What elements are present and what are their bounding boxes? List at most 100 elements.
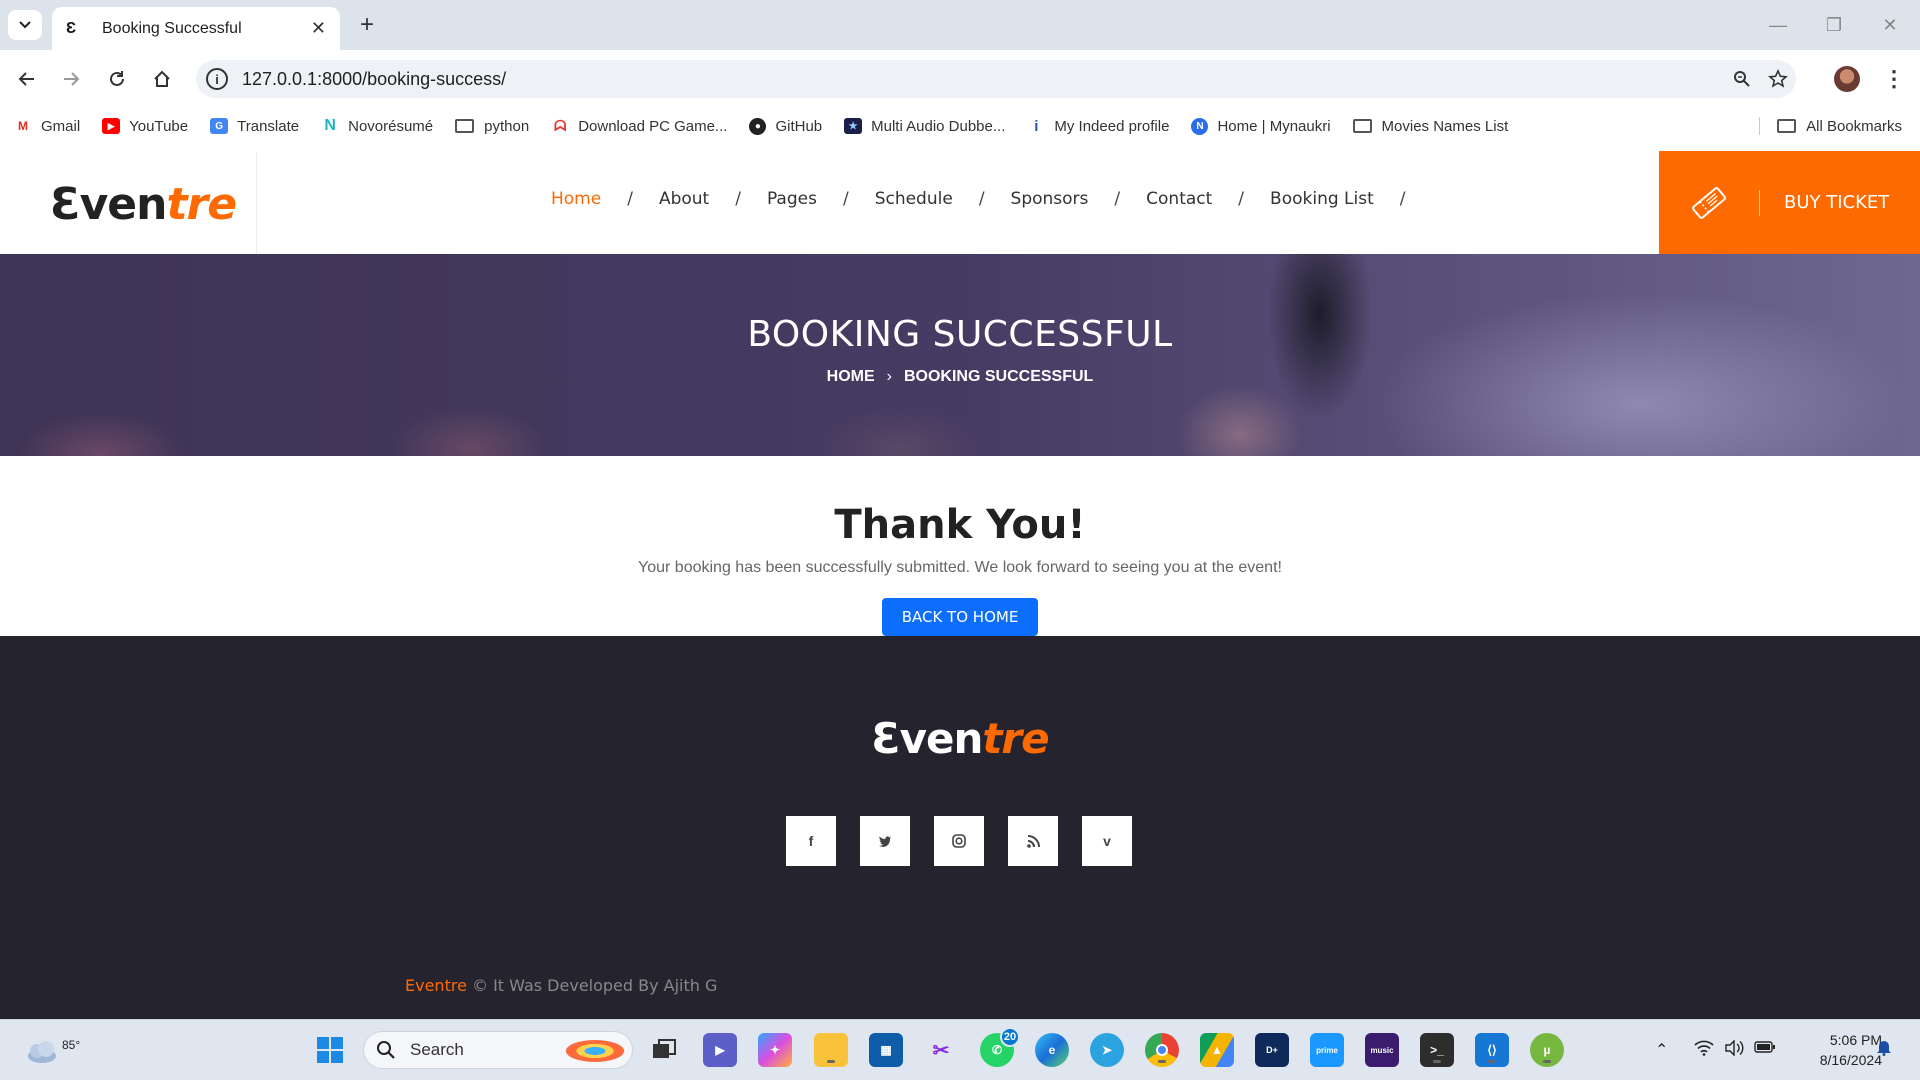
telegram-icon[interactable]: ➤ xyxy=(1090,1033,1124,1067)
teams-meet-icon[interactable]: ▶ xyxy=(703,1033,737,1067)
indeed-icon: i xyxy=(1034,117,1039,135)
microsoft-store-icon[interactable]: ▦ xyxy=(869,1033,903,1067)
weather-widget[interactable]: 85° xyxy=(22,1030,80,1070)
bookmark-star-icon[interactable] xyxy=(1760,69,1796,89)
minimize-button[interactable]: — xyxy=(1758,10,1798,40)
copyright-brand-link[interactable]: Eventre xyxy=(405,976,467,995)
main-navigation: Home / About / Pages / Schedule / Sponso… xyxy=(551,189,1406,209)
nav-sponsors[interactable]: Sponsors xyxy=(1011,189,1089,209)
back-to-home-button[interactable]: BACK TO HOME xyxy=(882,598,1038,636)
bookmark-download-games[interactable]: ᗣ Download PC Game... xyxy=(551,118,727,135)
nav-contact[interactable]: Contact xyxy=(1146,189,1212,209)
whatsapp-icon[interactable]: ✆ 20 xyxy=(980,1027,1020,1067)
forward-button[interactable] xyxy=(56,64,86,94)
bookmark-github[interactable]: ● GitHub xyxy=(749,117,822,135)
file-explorer-icon[interactable] xyxy=(814,1033,848,1067)
movie-icon: ★ xyxy=(844,118,863,134)
amazon-music-icon[interactable]: music xyxy=(1365,1033,1399,1067)
facebook-icon[interactable]: f xyxy=(786,816,836,866)
restore-button[interactable]: ❐ xyxy=(1814,10,1854,40)
site-info-icon[interactable]: i xyxy=(206,68,228,90)
breadcrumb-current: BOOKING SUCCESSFUL xyxy=(903,368,1094,385)
nav-booking-list[interactable]: Booking List xyxy=(1270,189,1374,209)
temperature-label: 85° xyxy=(62,1038,81,1052)
breadcrumb-home-link[interactable]: HOME xyxy=(827,368,875,386)
bookmarks-divider xyxy=(1759,117,1760,135)
google-drive-icon[interactable]: ▲ xyxy=(1200,1033,1234,1067)
bookmark-novoresume[interactable]: N Novorésumé xyxy=(321,117,433,135)
prime-video-icon[interactable]: prime xyxy=(1310,1033,1344,1067)
back-button[interactable] xyxy=(12,64,42,94)
buy-ticket-button[interactable]: BUY TICKET xyxy=(1659,151,1920,254)
chevron-down-icon xyxy=(19,21,31,29)
wifi-icon[interactable] xyxy=(1694,1040,1714,1061)
bookmark-movies-list[interactable]: Movies Names List xyxy=(1352,118,1508,135)
bookmark-indeed[interactable]: i My Indeed profile xyxy=(1027,118,1169,135)
tab-search-button[interactable] xyxy=(8,10,42,40)
bookmark-youtube[interactable]: ▶ YouTube xyxy=(102,118,188,135)
header-divider xyxy=(256,151,257,254)
folder-icon xyxy=(455,119,475,133)
vimeo-icon[interactable]: v xyxy=(1082,816,1132,866)
task-view-icon[interactable] xyxy=(647,1033,681,1067)
tab-title: Booking Successful xyxy=(102,19,242,37)
copyright-text: Eventre © It Was Developed By Ajith G xyxy=(405,976,718,995)
browser-menu-icon[interactable]: ⋮ xyxy=(1883,66,1905,92)
new-tab-button[interactable]: + xyxy=(352,10,382,40)
battery-icon[interactable] xyxy=(1754,1040,1776,1059)
instagram-icon[interactable] xyxy=(934,816,984,866)
terminal-icon[interactable]: >_ xyxy=(1420,1033,1454,1067)
bookmarks-bar: M Gmail ▶ YouTube G Translate N Novorésumé p… xyxy=(0,108,1920,144)
translate-icon: G xyxy=(210,118,229,134)
utorrent-icon[interactable]: µ xyxy=(1530,1033,1564,1067)
all-bookmarks-button[interactable]: All Bookmarks xyxy=(1777,108,1902,144)
copilot-icon[interactable]: ✦ xyxy=(758,1033,792,1067)
zoom-icon[interactable] xyxy=(1724,70,1760,88)
footer-logo[interactable]: Ɛventre xyxy=(0,714,1920,763)
browser-tab-active[interactable]: Ɛ Booking Successful ✕ xyxy=(52,7,340,50)
cloud-icon xyxy=(28,1041,56,1063)
disney-plus-icon[interactable]: D+ xyxy=(1255,1033,1289,1067)
snipping-tool-icon[interactable]: ✂ xyxy=(924,1033,958,1067)
folder-icon xyxy=(1352,119,1372,133)
bookmark-multi-audio[interactable]: ★ Multi Audio Dubbe... xyxy=(844,118,1005,135)
profile-avatar[interactable] xyxy=(1834,66,1860,92)
notification-bell-icon[interactable] xyxy=(1876,1038,1892,1061)
vscode-icon[interactable]: ⟨⟩ xyxy=(1475,1033,1509,1067)
volume-icon[interactable] xyxy=(1724,1039,1744,1061)
bookmark-translate[interactable]: G Translate xyxy=(210,118,299,135)
nav-about[interactable]: About xyxy=(659,189,709,209)
naukri-icon: N xyxy=(1191,117,1209,135)
youtube-icon: ▶ xyxy=(102,118,121,134)
taskbar-search-box[interactable]: Search xyxy=(363,1031,633,1069)
bookmark-naukri[interactable]: N Home | Mynaukri xyxy=(1191,117,1331,135)
windows-logo-icon xyxy=(317,1037,343,1063)
start-button[interactable] xyxy=(313,1033,347,1067)
close-window-button[interactable]: ✕ xyxy=(1870,10,1910,40)
address-bar[interactable]: i 127.0.0.1:8000/booking-success/ xyxy=(196,60,1796,98)
search-highlight-icon xyxy=(566,1040,624,1062)
chrome-icon[interactable] xyxy=(1145,1033,1179,1067)
bookmark-python[interactable]: python xyxy=(455,118,529,135)
url-text[interactable]: 127.0.0.1:8000/booking-success/ xyxy=(242,69,1724,90)
nav-pages[interactable]: Pages xyxy=(767,189,817,209)
chevron-up-icon[interactable]: ⌃ xyxy=(1655,1040,1668,1060)
bookmark-gmail[interactable]: M Gmail xyxy=(14,118,80,135)
nav-home[interactable]: Home xyxy=(551,189,601,209)
windows-taskbar: 85° Search ▶ ✦ ▦ ✂ ✆ 20 e ➤ ▲ D+ prime mu… xyxy=(0,1019,1920,1080)
home-button[interactable] xyxy=(147,64,177,94)
nav-schedule[interactable]: Schedule xyxy=(875,189,953,209)
site-logo[interactable]: Ɛventre xyxy=(50,179,237,230)
system-clock[interactable]: 5:06 PM 8/16/2024 xyxy=(1786,1030,1882,1070)
close-tab-icon[interactable]: ✕ xyxy=(311,18,326,39)
arrow-right-icon xyxy=(64,72,80,86)
page-banner: BOOKING SUCCESSFUL HOME › BOOKING SUCCES… xyxy=(0,254,1920,456)
rss-icon[interactable] xyxy=(1008,816,1058,866)
booking-confirmation-message: Your booking has been successfully submi… xyxy=(638,559,1282,576)
arrow-left-icon xyxy=(18,72,34,86)
social-links: f v xyxy=(786,816,1132,866)
twitter-icon[interactable] xyxy=(860,816,910,866)
browser-toolbar: i 127.0.0.1:8000/booking-success/ ⋮ xyxy=(0,50,1920,108)
edge-icon[interactable]: e xyxy=(1035,1033,1069,1067)
reload-button[interactable] xyxy=(102,64,132,94)
